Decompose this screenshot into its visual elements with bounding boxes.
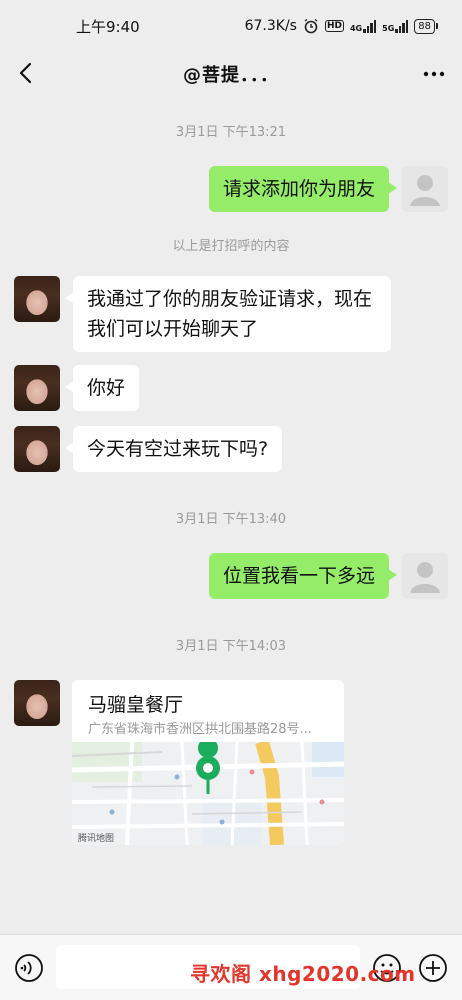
message-text: 位置我看一下多远 <box>222 565 375 587</box>
message-text: 你好 <box>87 377 126 399</box>
self-avatar[interactable] <box>402 166 448 212</box>
outgoing-message[interactable]: 位置我看一下多远 <box>208 553 398 599</box>
message-text-line: 我通过了你的朋友验证请求，现在 <box>87 288 373 310</box>
timestamp: 3月1日 下午14:03 <box>175 639 287 654</box>
location-message-card[interactable]: 马骝皇餐厅 广东省珠海市香洲区拱北围基路28号... 腾讯地图 <box>72 680 344 845</box>
battery-icon: 88 <box>414 18 438 34</box>
contact-avatar[interactable] <box>14 426 60 472</box>
signal-4g-icon: 4G <box>350 19 377 33</box>
greeting-hint: 以上是打招呼的内容 <box>172 239 290 254</box>
timestamp: 3月1日 下午13:21 <box>175 125 287 140</box>
location-address: 广东省珠海市香洲区拱北围基路28号... <box>88 722 312 737</box>
contact-avatar[interactable] <box>14 680 60 726</box>
alarm-icon <box>304 18 318 34</box>
timestamp: 3月1日 下午13:40 <box>175 512 287 527</box>
voice-icon[interactable] <box>14 953 44 983</box>
default-avatar-icon <box>410 175 440 206</box>
outgoing-message[interactable]: 请求添加你为朋友 <box>208 166 398 212</box>
incoming-message[interactable]: 你好 <box>64 365 140 411</box>
message-text: 今天有空过来玩下吗? <box>87 438 269 460</box>
watermark: 寻欢阁 xhg2020.com <box>190 962 416 986</box>
plus-icon[interactable] <box>418 953 448 983</box>
location-name: 马骝皇餐厅 <box>88 694 184 716</box>
location-map: 腾讯地图 <box>72 742 344 845</box>
signal-5g-icon: 5G <box>382 19 409 33</box>
contact-avatar[interactable] <box>14 276 60 322</box>
default-avatar-icon <box>410 562 440 593</box>
map-brand: 腾讯地图 <box>78 832 114 844</box>
self-avatar[interactable] <box>402 553 448 599</box>
battery-level: 88 <box>414 18 435 34</box>
more-options-icon[interactable] <box>422 62 446 86</box>
incoming-message[interactable]: 今天有空过来玩下吗? <box>64 426 283 472</box>
status-icons: 67.3K/s HD 4G 5G 88 <box>245 18 438 34</box>
back-arrow-icon[interactable] <box>14 60 40 86</box>
chat-title: @菩提．．． <box>183 65 279 86</box>
incoming-message[interactable]: 我通过了你的朋友验证请求，现在 我们可以开始聊天了 <box>65 276 391 352</box>
message-text: 请求添加你为朋友 <box>222 178 375 200</box>
hd-icon: HD <box>324 20 344 32</box>
contact-avatar[interactable] <box>14 365 60 411</box>
chat-header: @菩提．．． <box>0 52 462 96</box>
status-bar: 上午9:40 67.3K/s HD 4G 5G 88 <box>0 0 462 52</box>
network-speed: 67.3K/s <box>244 18 297 34</box>
message-text-line: 我们可以开始聊天了 <box>87 318 259 340</box>
status-time: 上午9:40 <box>76 17 140 36</box>
